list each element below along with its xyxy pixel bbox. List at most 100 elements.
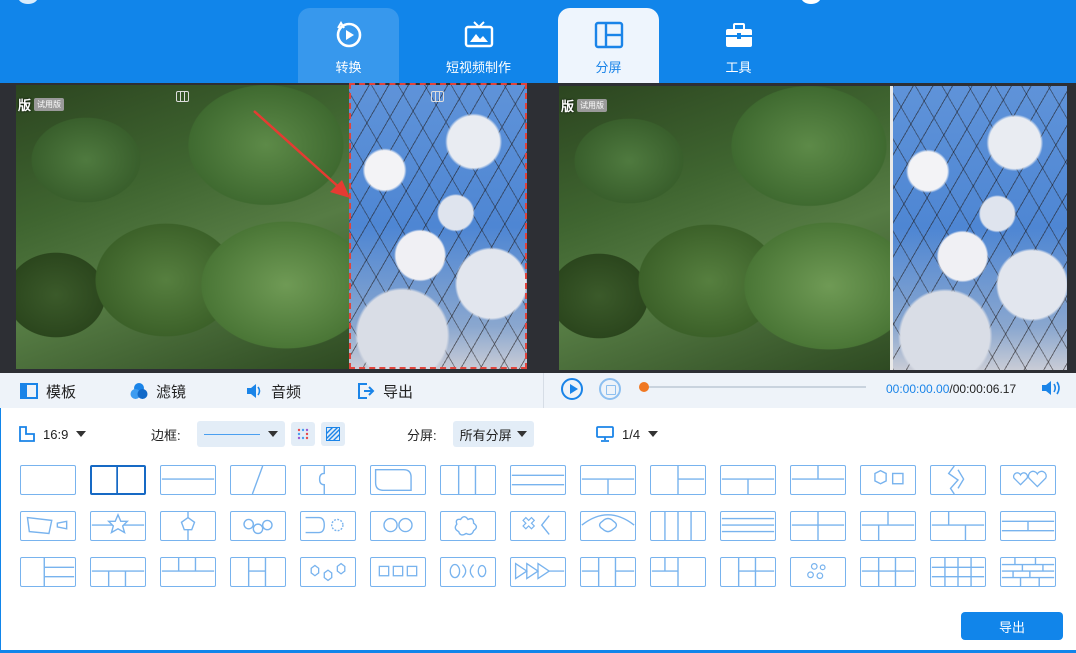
export-tool[interactable]: 导出 [357,381,413,401]
template-14[interactable] [930,465,986,495]
watermark-text: 版 [561,99,575,114]
template-18[interactable] [160,511,216,541]
border-color-button[interactable] [290,422,315,446]
template-29[interactable] [930,511,986,541]
current-time: 00:00:00.00 [886,382,950,396]
template-4[interactable] [230,465,286,495]
template-40[interactable] [650,557,706,587]
panel-border [0,408,1,653]
template-41[interactable] [720,557,776,587]
template-35[interactable] [300,557,356,587]
progress-knob[interactable] [639,382,649,392]
template-20[interactable] [300,511,356,541]
template-shape-icon [791,466,845,480]
split-value: 所有分屏 [459,427,512,443]
template-10[interactable] [650,465,706,495]
border-style-select[interactable] [196,421,285,447]
volume-icon[interactable] [1041,379,1061,397]
template-9[interactable] [580,465,636,495]
template-27[interactable] [790,511,846,541]
template-34[interactable] [230,557,286,587]
template-38[interactable] [510,557,566,587]
template-shape-icon [378,565,418,577]
tab-short-video[interactable]: 短视频制作 [428,8,529,83]
template-11[interactable] [720,465,776,495]
export-button[interactable]: 导出 [961,612,1063,640]
play-button[interactable] [561,378,583,400]
template-39[interactable] [580,557,636,587]
aspect-ratio-value: 16:9 [43,426,69,442]
edit-video-right[interactable] [349,85,527,369]
video-frame-icon[interactable] [431,91,444,102]
template-shape-icon [318,466,325,494]
tab-split-screen[interactable]: 分屏 [558,8,659,83]
template-17[interactable] [90,511,146,541]
template-42[interactable] [790,557,846,587]
template-shape-icon [116,467,118,493]
template-shape-icon [664,512,692,540]
export-icon [358,383,375,399]
screen-select[interactable]: 1/4 [596,421,659,447]
template-shape-icon [947,466,965,494]
template-16[interactable] [20,511,76,541]
filter-icon [130,383,148,399]
template-shape-icon [721,517,775,533]
tab-tools[interactable]: 工具 [688,8,789,83]
tab-convert[interactable]: 转换 [298,8,399,83]
template-13[interactable] [860,465,916,495]
template-33[interactable] [160,557,216,587]
user-avatar-icon[interactable] [801,0,821,4]
template-12[interactable] [790,465,846,495]
screen-value: 1/4 [622,426,641,442]
monitor-icon [596,426,614,442]
template-shape-icon [581,478,635,494]
template-44[interactable] [930,557,986,587]
template-5[interactable] [300,465,356,495]
template-shape-icon [1001,558,1055,586]
template-shape-icon [1012,470,1047,488]
template-shape-icon [861,558,915,586]
template-15[interactable] [1000,465,1056,495]
split-select[interactable]: 所有分屏 [452,421,534,447]
template-shape-icon [931,512,985,540]
video-frame-icon[interactable] [176,91,189,102]
template-2[interactable] [90,465,146,495]
template-3[interactable] [160,465,216,495]
stop-button[interactable] [599,378,621,400]
template-23[interactable] [510,511,566,541]
template-tool[interactable]: 模板 [20,381,76,401]
audio-tool[interactable]: 音频 [245,381,301,401]
template-21[interactable] [370,511,426,541]
border-pattern-button[interactable] [320,422,345,446]
template-24[interactable] [580,511,636,541]
template-28[interactable] [860,511,916,541]
template-22[interactable] [440,511,496,541]
border-line-preview [203,433,260,435]
template-32[interactable] [90,557,146,587]
template-shape-icon [161,558,215,572]
template-26[interactable] [720,511,776,541]
template-43[interactable] [860,557,916,587]
filter-tool[interactable]: 滤镜 [130,381,186,401]
template-25[interactable] [650,511,706,541]
template-36[interactable] [370,557,426,587]
template-grid [20,465,1060,589]
template-30[interactable] [1000,511,1056,541]
template-8[interactable] [510,465,566,495]
template-45[interactable] [1000,557,1056,587]
audio-icon [247,384,261,398]
top-bar: 转换 短视频制作 分屏 工具 [0,0,1076,83]
progress-track[interactable] [642,386,866,388]
template-31[interactable] [20,557,76,587]
template-1[interactable] [20,465,76,495]
template-shape-icon [91,513,145,534]
template-shape-icon [457,466,477,494]
template-7[interactable] [440,465,496,495]
tab-label: 分屏 [595,60,622,75]
timecode: 00:00:00.00/00:00:06.17 [886,382,1016,396]
aspect-ratio-select[interactable]: 16:9 [18,421,87,447]
template-shape-icon [161,478,215,480]
template-19[interactable] [230,511,286,541]
template-6[interactable] [370,465,426,495]
template-37[interactable] [440,557,496,587]
